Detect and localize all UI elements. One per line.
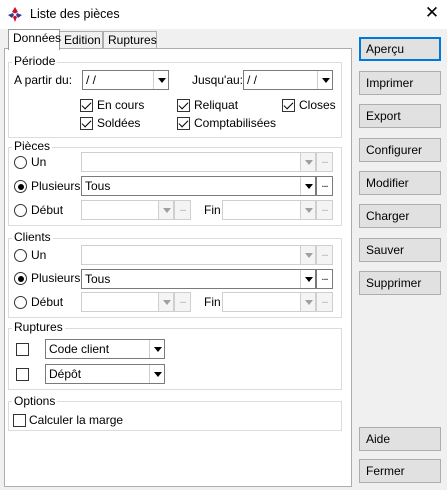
group-pieces-label: Pièces xyxy=(12,139,53,153)
pieces-un-radio[interactable] xyxy=(14,156,27,169)
calculer-marge-label: Calculer la marge xyxy=(29,413,124,427)
pieces-plusieurs-browse-button[interactable]: ... xyxy=(316,176,333,196)
pieces-debut-label: Début xyxy=(31,203,64,217)
chevron-down-icon[interactable] xyxy=(158,293,173,311)
tab-ruptures[interactable]: Ruptures xyxy=(103,31,157,49)
clients-un-label: Un xyxy=(31,248,47,262)
apercu-button[interactable]: Aperçu xyxy=(359,37,441,61)
clients-plusieurs-label: Plusieurs xyxy=(31,271,81,285)
clients-debut-radio[interactable] xyxy=(14,296,27,309)
pieces-debut-combo[interactable] xyxy=(81,200,174,220)
clients-fin-label: Fin xyxy=(204,295,221,309)
charger-button[interactable]: Charger xyxy=(359,204,441,228)
to-date-label: Jusqu'au: xyxy=(192,73,243,87)
group-periode-label: Période xyxy=(12,54,58,68)
closes-checkbox[interactable] xyxy=(282,99,295,112)
clients-un-radio[interactable] xyxy=(14,249,27,262)
pieces-plusieurs-label: Plusieurs xyxy=(31,179,81,193)
fermer-button[interactable]: Fermer xyxy=(359,459,441,483)
tab-donnees[interactable]: Données xyxy=(8,29,61,50)
clients-debut-combo[interactable] xyxy=(81,292,174,312)
pieces-un-label: Un xyxy=(31,155,47,169)
pieces-fin-browse-button[interactable]: ... xyxy=(316,200,333,220)
chevron-down-icon[interactable] xyxy=(149,340,164,358)
imprimer-button[interactable]: Imprimer xyxy=(359,71,441,95)
en-cours-checkbox[interactable] xyxy=(80,99,93,112)
pieces-fin-label: Fin xyxy=(204,203,221,217)
clients-un-combo[interactable] xyxy=(81,245,316,265)
to-date-input[interactable]: / / xyxy=(243,70,333,90)
pieces-plusieurs-combo[interactable]: Tous xyxy=(81,176,316,196)
reliquat-label: Reliquat xyxy=(194,98,239,112)
supprimer-button[interactable]: Supprimer xyxy=(359,271,441,295)
pieces-plusieurs-radio[interactable] xyxy=(14,180,27,193)
configurer-button[interactable]: Configurer xyxy=(359,138,441,162)
pieces-debut-browse-button[interactable]: ... xyxy=(174,200,191,220)
rupture-2-select[interactable]: Dépôt xyxy=(45,364,165,384)
calculer-marge-checkbox[interactable] xyxy=(13,414,26,427)
pieces-debut-radio[interactable] xyxy=(14,204,27,217)
pieces-un-browse-button[interactable]: ... xyxy=(316,152,333,172)
reliquat-checkbox[interactable] xyxy=(177,99,190,112)
chevron-down-icon[interactable] xyxy=(300,201,315,219)
aide-button[interactable]: Aide xyxy=(359,427,441,451)
clients-debut-browse-button[interactable]: ... xyxy=(174,292,191,312)
en-cours-label: En cours xyxy=(97,98,145,112)
chevron-down-icon[interactable] xyxy=(300,270,315,288)
chevron-down-icon[interactable] xyxy=(158,201,173,219)
group-clients-label: Clients xyxy=(12,230,53,244)
chevron-down-icon[interactable] xyxy=(300,177,315,195)
rupture-1-checkbox[interactable] xyxy=(16,343,29,356)
group-ruptures-label: Ruptures xyxy=(12,320,65,334)
pieces-fin-combo[interactable] xyxy=(222,200,316,220)
clients-plusieurs-combo[interactable]: Tous xyxy=(81,269,316,289)
comptabilisees-label: Comptabilisées xyxy=(194,116,277,130)
tab-edition[interactable]: Edition xyxy=(59,31,103,49)
modifier-button[interactable]: Modifier xyxy=(359,171,441,195)
clients-plusieurs-browse-button[interactable]: ... xyxy=(316,269,333,289)
clients-un-browse-button[interactable]: ... xyxy=(316,245,333,265)
rupture-2-checkbox[interactable] xyxy=(16,368,29,381)
chevron-down-icon[interactable] xyxy=(300,293,315,311)
clients-fin-browse-button[interactable]: ... xyxy=(316,292,333,312)
comptabilisees-checkbox[interactable] xyxy=(177,117,190,130)
export-button[interactable]: Export xyxy=(359,104,441,128)
chevron-down-icon[interactable] xyxy=(317,71,332,89)
clients-plusieurs-radio[interactable] xyxy=(14,272,27,285)
pieces-un-combo[interactable] xyxy=(81,152,316,172)
clients-debut-label: Début xyxy=(31,295,64,309)
group-options-label: Options xyxy=(12,394,58,408)
closes-label: Closes xyxy=(299,98,336,112)
soldees-checkbox[interactable] xyxy=(80,117,93,130)
clients-fin-combo[interactable] xyxy=(222,292,316,312)
chevron-down-icon[interactable] xyxy=(149,365,164,383)
from-date-label: A partir du: xyxy=(14,73,73,87)
app-icon xyxy=(7,6,23,23)
from-date-input[interactable]: / / xyxy=(82,70,169,90)
chevron-down-icon[interactable] xyxy=(300,246,315,264)
window-title: Liste des pièces xyxy=(30,7,120,21)
rupture-1-select[interactable]: Code client xyxy=(45,339,165,359)
chevron-down-icon[interactable] xyxy=(300,153,315,171)
sauver-button[interactable]: Sauver xyxy=(359,238,441,262)
close-icon[interactable]: ✕ xyxy=(422,3,442,23)
soldees-label: Soldées xyxy=(97,116,141,130)
chevron-down-icon[interactable] xyxy=(153,71,168,89)
